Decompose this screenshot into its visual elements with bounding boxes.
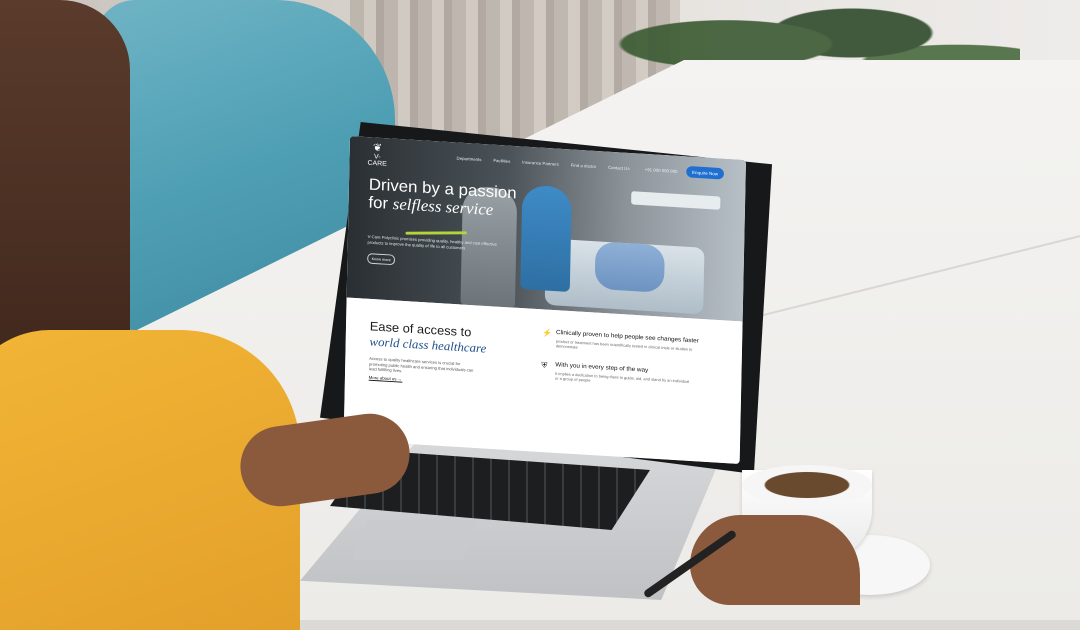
laptop-trackpad[interactable]: [352, 520, 478, 560]
website: ❦ V-CARE Departments Facilities Insuranc…: [343, 136, 746, 464]
hero-title: Driven by a passion for selfless service: [368, 175, 547, 222]
logo-text: V-CARE: [367, 153, 387, 168]
top-nav: Departments Facilities Insurance Partner…: [457, 156, 630, 171]
feature-with-you: ⛨ With you in every step of the way It i…: [541, 360, 720, 384]
enquire-now-button[interactable]: Enquire Now: [686, 165, 725, 180]
more-about-us-link[interactable]: More about us →: [368, 374, 403, 383]
nav-item-insurance-partners[interactable]: Insurance Partners: [522, 160, 559, 167]
phone-number[interactable]: +91 000 000 000: [645, 167, 678, 174]
logo-wings-icon: ❦: [372, 142, 383, 155]
feature-description: It implies a dedication to being there t…: [554, 371, 690, 384]
nav-item-find-a-doctor[interactable]: Find a doctor: [571, 163, 596, 169]
nav-item-facilities[interactable]: Facilities: [493, 158, 510, 164]
nav-item-contact-us[interactable]: Contact Us: [608, 165, 630, 171]
hero-section: ❦ V-CARE Departments Facilities Insuranc…: [346, 136, 746, 322]
laptop-screen: ❦ V-CARE Departments Facilities Insuranc…: [332, 130, 746, 464]
hero-photo-patient: [594, 241, 665, 293]
feature-clinically-proven: ⚡ Clinically proven to help people see c…: [542, 328, 720, 351]
coffee-cup-rim: [742, 465, 872, 505]
lightning-icon: ⚡: [542, 328, 553, 338]
site-logo[interactable]: ❦ V-CARE: [365, 142, 389, 168]
know-more-button[interactable]: Know more: [367, 253, 396, 266]
hero-title-for: for: [368, 193, 389, 213]
hero-photo-wall-unit: [631, 191, 721, 210]
hero-title-swash: [405, 231, 467, 235]
nav-item-departments[interactable]: Departments: [457, 156, 482, 162]
person-right-hand: [690, 515, 860, 605]
shield-icon: ⛨: [541, 360, 548, 370]
